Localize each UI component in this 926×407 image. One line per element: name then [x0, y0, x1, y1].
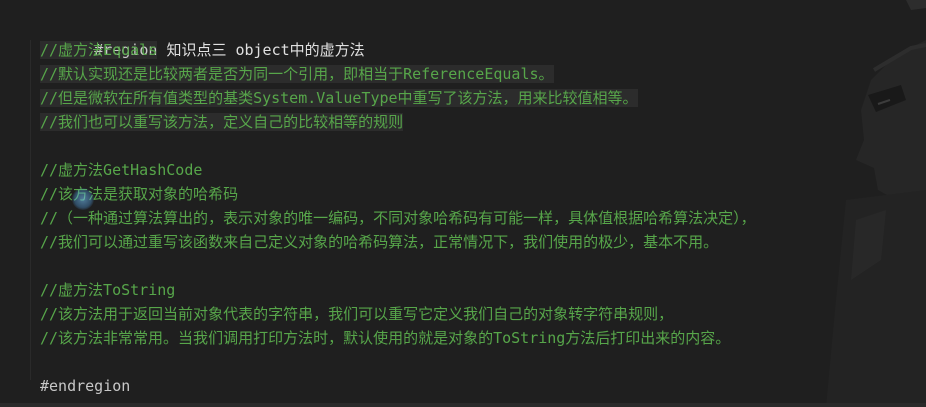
code-line[interactable]: //该方法是获取对象的哈希码 [40, 182, 926, 206]
comment-text: //该方法是获取对象的哈希码 [40, 185, 239, 203]
comment-text: //虚方法Equals [40, 41, 158, 59]
code-line[interactable]: //我们可以通过重写该函数来自己定义对象的哈希码算法，正常情况下，我们使用的极少… [40, 230, 926, 254]
comment-text: //虚方法ToString [40, 281, 176, 299]
code-line[interactable]: //（一种通过算法算出的，表示对象的唯一编码，不同对象哈希码有可能一样，具体值根… [40, 206, 926, 230]
blank-line[interactable] [40, 350, 926, 374]
code-editor[interactable]: #region 知识点三 object中的虚方法 //虚方法Equals //默… [0, 0, 926, 407]
region-end-line[interactable]: #endregion [40, 374, 926, 398]
blank-line[interactable] [40, 254, 926, 278]
comment-text: //虚方法GetHashCode [40, 161, 203, 179]
blank-line[interactable] [40, 134, 926, 158]
comment-text: //该方法非常常用。当我们调用打印方法时，默认使用的就是对象的ToString方… [40, 329, 731, 347]
code-line[interactable]: //默认实现还是比较两者是否为同一个引用，即相当于ReferenceEquals… [40, 62, 926, 86]
code-line[interactable]: //虚方法Equals [40, 38, 926, 62]
code-line[interactable]: //虚方法GetHashCode [40, 158, 926, 182]
endregion-keyword: #endregion [40, 377, 131, 395]
comment-text: //该方法用于返回当前对象代表的字符串，我们可以重写它定义我们自己的对象转字符串… [40, 305, 674, 323]
comment-text: //（一种通过算法算出的，表示对象的唯一编码，不同对象哈希码有可能一样，具体值根… [40, 209, 756, 227]
indent-guide [30, 40, 31, 380]
code-line[interactable]: //该方法用于返回当前对象代表的字符串，我们可以重写它定义我们自己的对象转字符串… [40, 302, 926, 326]
code-line[interactable]: //我们也可以重写该方法，定义自己的比较相等的规则 [40, 110, 926, 134]
horizontal-scrollbar[interactable] [0, 403, 926, 407]
region-start-line[interactable]: #region 知识点三 object中的虚方法 [40, 14, 926, 59]
comment-text: //我们可以通过重写该函数来自己定义对象的哈希码算法，正常情况下，我们使用的极少… [40, 233, 719, 251]
code-line[interactable]: //该方法非常常用。当我们调用打印方法时，默认使用的就是对象的ToString方… [40, 326, 926, 350]
code-region[interactable]: #region 知识点三 object中的虚方法 //虚方法Equals //默… [40, 14, 926, 398]
comment-text: //我们也可以重写该方法，定义自己的比较相等的规则 [40, 113, 404, 131]
cursor-highlight-icon [72, 188, 94, 210]
comment-text: //默认实现还是比较两者是否为同一个引用，即相当于ReferenceEquals… [40, 65, 554, 83]
comment-text: //但是微软在所有值类型的基类System.ValueType中重写了该方法，用… [40, 89, 638, 107]
code-line[interactable]: //但是微软在所有值类型的基类System.ValueType中重写了该方法，用… [40, 86, 926, 110]
code-line[interactable]: //虚方法ToString [40, 278, 926, 302]
